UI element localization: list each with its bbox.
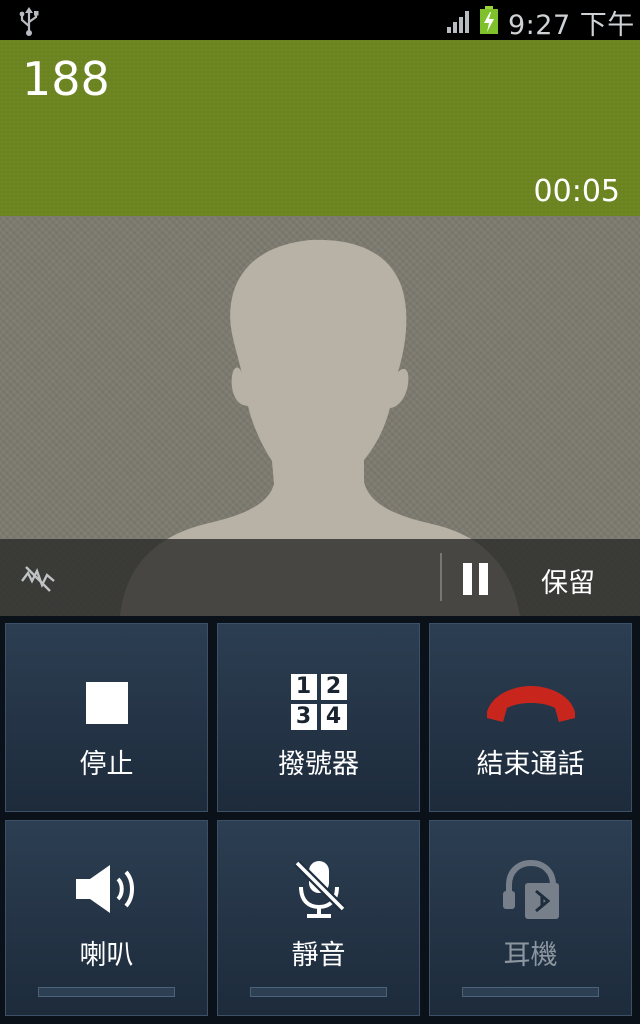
hold-bar: 保留 <box>0 539 640 616</box>
speaker-indicator <box>38 987 175 997</box>
speaker-label: 喇叭 <box>79 940 134 971</box>
dialpad-label: 撥號器 <box>278 749 359 780</box>
in-call-controls: 停止 1 2 3 4 撥號器 結束通話 喇叭 靜音 耳機 <box>0 616 640 1024</box>
bluetooth-headset-icon <box>499 859 563 925</box>
dialpad-icon: 1 2 3 4 <box>290 674 347 730</box>
mute-label: 靜音 <box>291 940 346 971</box>
mute-mic-icon <box>291 857 347 925</box>
battery-charging-icon <box>478 5 500 39</box>
call-timer: 00:05 <box>533 174 620 209</box>
dialpad-button[interactable]: 1 2 3 4 撥號器 <box>217 623 420 812</box>
headset-button[interactable]: 耳機 <box>429 820 632 1016</box>
dialpad-key: 1 <box>290 674 317 700</box>
hold-button[interactable]: 保留 <box>541 561 595 600</box>
usb-icon <box>16 6 42 40</box>
mute-button[interactable]: 靜音 <box>217 820 420 1016</box>
caller-header: 188 00:05 <box>0 40 640 216</box>
caller-photo: 保留 <box>0 216 640 616</box>
caller-number: 188 <box>22 52 110 106</box>
status-bar: 9:27 下午 <box>0 0 640 41</box>
signal-strength-icon <box>446 8 474 38</box>
hold-divider <box>440 553 442 601</box>
stop-icon <box>85 682 128 728</box>
dialpad-key: 4 <box>320 704 347 730</box>
stop-button[interactable]: 停止 <box>5 623 208 812</box>
speaker-button[interactable]: 喇叭 <box>5 820 208 1016</box>
headset-label: 耳機 <box>503 940 558 971</box>
pause-icon[interactable] <box>462 563 490 599</box>
stop-label: 停止 <box>79 749 134 780</box>
headset-indicator <box>462 987 599 997</box>
hd-voice-off-icon <box>20 561 56 599</box>
mute-indicator <box>250 987 387 997</box>
dialpad-key: 2 <box>320 674 347 700</box>
status-time: 9:27 下午 <box>508 10 635 41</box>
end-call-icon <box>483 682 579 730</box>
end-call-label: 結束通話 <box>476 749 585 780</box>
speaker-icon <box>74 861 140 921</box>
end-call-button[interactable]: 結束通話 <box>429 623 632 812</box>
dialpad-key: 3 <box>290 704 317 730</box>
